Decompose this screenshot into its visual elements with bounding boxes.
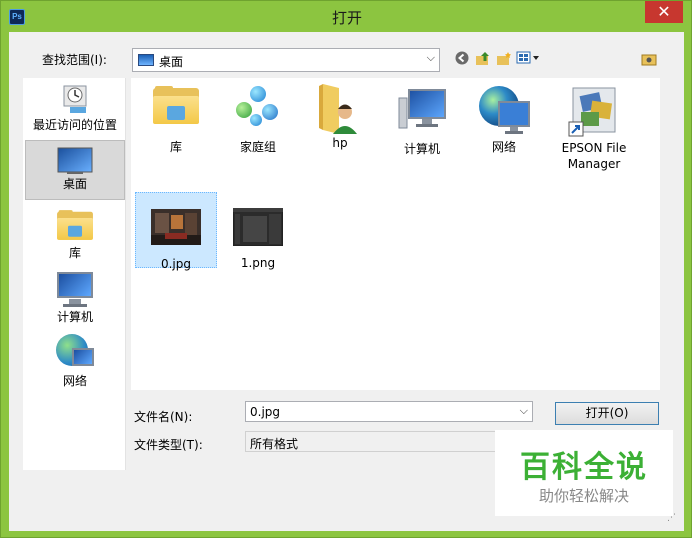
library-folder-icon: [153, 86, 199, 124]
epson-shortcut-icon: [567, 84, 621, 138]
file-label: 网络: [491, 140, 516, 154]
computer-icon: [397, 88, 447, 130]
place-desktop[interactable]: 桌面: [25, 140, 125, 200]
dialog-body: 查找范围(I): 桌面 ⌵ 最近访问的位置 桌面 库 计算机 网络 库 家庭组 …: [9, 32, 684, 531]
new-folder-icon[interactable]: [496, 51, 512, 71]
file-item-hp[interactable]: hp: [299, 82, 381, 166]
file-label: 0.jpg: [160, 257, 192, 271]
place-label: 计算机: [56, 310, 93, 324]
look-in-label: 查找范围(I):: [42, 53, 107, 67]
chevron-down-icon[interactable]: ⌵: [520, 404, 528, 418]
up-folder-icon[interactable]: [475, 51, 491, 71]
place-network[interactable]: 网络: [25, 334, 125, 390]
place-label: 网络: [62, 374, 87, 388]
dialog-title: 打开: [331, 9, 362, 27]
image-thumbnail: [151, 209, 201, 245]
watermark-brand: 百科全说: [520, 450, 648, 485]
title-bar[interactable]: Ps 打开 ✕: [1, 1, 691, 32]
image-thumbnail: [232, 207, 284, 247]
place-label: 桌面: [62, 177, 87, 191]
computer-icon: [55, 272, 95, 308]
watermark-overlay: 百科全说 助你轻松解决: [495, 430, 673, 516]
homegroup-icon: [236, 86, 280, 126]
filetype-value: 所有格式: [250, 437, 299, 451]
look-in-dropdown[interactable]: 桌面 ⌵: [132, 48, 440, 72]
file-item-0-jpg[interactable]: 0.jpg: [135, 192, 217, 271]
recent-places-icon: [58, 82, 92, 116]
file-label: 库: [169, 140, 182, 154]
library-icon: [57, 210, 93, 240]
file-item-epson[interactable]: EPSON File Manager: [549, 84, 639, 180]
filetype-label: 文件类型(T):: [134, 438, 203, 452]
place-library[interactable]: 库: [25, 206, 125, 266]
place-label: 最近访问的位置: [32, 118, 117, 132]
resize-grip-icon[interactable]: ⋰: [667, 513, 676, 523]
filename-value: 0.jpg: [250, 405, 281, 419]
file-item-library[interactable]: 库: [135, 86, 217, 166]
filename-label: 文件名(N):: [134, 410, 193, 424]
back-icon[interactable]: [455, 51, 469, 69]
close-button[interactable]: ✕: [645, 1, 683, 23]
network-icon: [477, 84, 531, 136]
desktop-icon: [57, 147, 93, 175]
view-menu-icon[interactable]: [516, 51, 542, 69]
place-computer[interactable]: 计算机: [25, 272, 125, 328]
file-item-network[interactable]: 网络: [463, 84, 545, 166]
open-button[interactable]: 打开(O): [555, 402, 659, 425]
file-label: 计算机: [403, 142, 440, 156]
file-item-1-png[interactable]: 1.png: [217, 192, 299, 270]
filetype-dropdown[interactable]: 所有格式: [245, 431, 505, 452]
open-dialog: Ps 打开 ✕ 查找范围(I): 桌面 ⌵ 最近访问的位置 桌面 库 计算机 网…: [0, 0, 692, 538]
filename-input[interactable]: 0.jpg ⌵: [245, 401, 533, 422]
place-label: 库: [68, 246, 81, 260]
file-item-computer[interactable]: 计算机: [381, 88, 463, 166]
file-item-homegroup[interactable]: 家庭组: [217, 86, 299, 166]
look-in-value: 桌面: [159, 55, 184, 69]
file-label: hp: [332, 136, 348, 150]
preview-icon[interactable]: [641, 51, 657, 71]
watermark-tagline: 助你轻松解决: [538, 487, 629, 505]
file-label: 家庭组: [239, 140, 276, 154]
file-label: EPSON File Manager: [561, 141, 627, 171]
user-folder-icon: [317, 82, 363, 136]
place-recent[interactable]: 最近访问的位置: [25, 82, 125, 136]
desktop-icon: [138, 54, 154, 66]
file-list[interactable]: 库 家庭组 hp 计算机 网络 EPSON File Manager 0.jpg…: [131, 78, 660, 390]
network-icon: [56, 334, 94, 372]
places-bar: 最近访问的位置 桌面 库 计算机 网络: [23, 78, 126, 470]
file-label: 1.png: [240, 256, 276, 270]
chevron-down-icon: ⌵: [426, 51, 435, 64]
